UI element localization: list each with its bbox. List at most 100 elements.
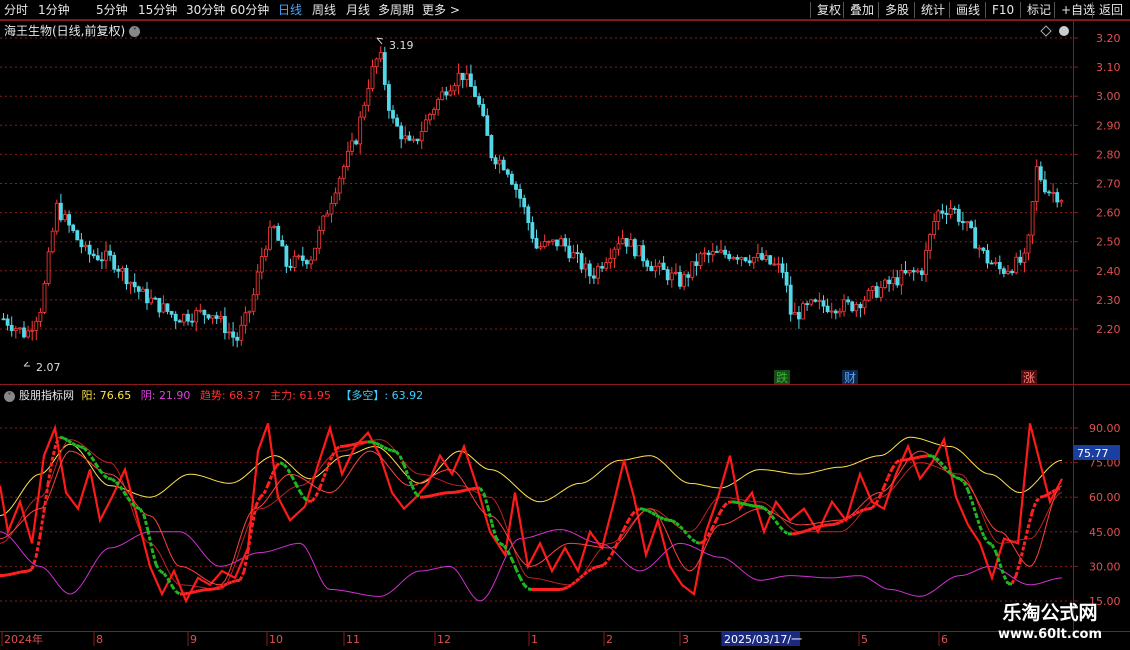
candle-body	[378, 52, 383, 60]
price-axis: 3.20 3.10 3.00 2.90 2.80 2.70 2.60 2.50 2.40 2.30…	[1073, 32, 1121, 336]
candle-body	[596, 266, 600, 279]
candle-body	[509, 173, 514, 185]
settings-dot-icon[interactable]	[1059, 26, 1069, 36]
candlestick-series	[1, 46, 1064, 348]
candle-body	[136, 286, 141, 292]
candle-body	[514, 183, 518, 190]
candle-body	[423, 119, 428, 132]
candle-body	[780, 263, 785, 273]
price-tick-label: 3.00	[1096, 90, 1121, 103]
price-tick-label: 3.10	[1096, 61, 1121, 74]
marker-cai[interactable]: 财	[844, 371, 856, 385]
candle-body	[772, 263, 777, 266]
candle-body	[784, 271, 789, 286]
time-tick-label: 8	[96, 633, 103, 646]
marker-die[interactable]: 跌	[776, 370, 788, 385]
candle-body	[354, 140, 359, 145]
candle-body	[75, 230, 80, 241]
candle-body	[620, 238, 625, 245]
candle-body	[887, 279, 891, 285]
candle-body	[1022, 252, 1027, 263]
candle-body	[1055, 192, 1060, 203]
candle-body	[997, 262, 1002, 270]
main-force-line	[0, 423, 1063, 604]
candle-body	[809, 299, 814, 305]
candle-body	[678, 271, 682, 287]
candle-body	[259, 256, 264, 273]
candle-body	[26, 330, 31, 338]
candle-body	[833, 310, 838, 314]
candle-body	[661, 262, 666, 271]
candle-body	[838, 310, 842, 314]
price-tick-label: 2.20	[1096, 323, 1121, 336]
candle-body	[858, 304, 863, 309]
candle-body	[292, 255, 297, 268]
candle-body	[932, 221, 937, 236]
candle-body	[920, 270, 924, 275]
candle-body	[493, 157, 498, 165]
candle-body	[198, 309, 203, 312]
candle-body	[231, 331, 236, 338]
candle-body	[100, 259, 104, 262]
candle-body	[1051, 192, 1055, 194]
candle-body	[190, 320, 195, 323]
candle-body	[637, 245, 641, 257]
indicator-tick-label: 60.00	[1089, 491, 1121, 504]
candle-body	[1002, 268, 1006, 274]
price-tick-label: 2.50	[1096, 236, 1121, 249]
candle-body	[218, 316, 223, 319]
candle-body	[633, 239, 637, 257]
candle-body	[616, 243, 621, 250]
candle-body	[34, 320, 39, 331]
candle-body	[952, 208, 957, 210]
candle-body	[624, 238, 629, 247]
candle-body	[173, 313, 178, 322]
candle-body	[1059, 200, 1064, 203]
kline-chart-area[interactable]: 3.20 3.10 3.00 2.90 2.80 2.70 2.60 2.50 2.40 2.30…	[0, 0, 1130, 650]
diamond-icon[interactable]	[1040, 25, 1052, 37]
price-grid	[0, 37, 1073, 330]
marker-zhang[interactable]: 涨	[1023, 370, 1035, 385]
candle-body	[612, 248, 617, 259]
candle-body	[489, 135, 494, 159]
candle-body	[587, 263, 592, 277]
candle-body	[329, 203, 334, 215]
candle-body	[235, 336, 240, 341]
candle-body	[751, 257, 756, 264]
candle-body	[202, 309, 207, 316]
candle-body	[915, 270, 920, 273]
candle-body	[579, 253, 584, 270]
candle-body	[657, 262, 662, 267]
time-tick-label: 9	[190, 633, 197, 646]
candle-body	[452, 85, 457, 92]
candle-body	[460, 72, 465, 81]
candle-body	[866, 289, 871, 301]
candle-body	[38, 311, 43, 322]
candle-body	[567, 245, 572, 259]
candle-body	[17, 327, 22, 330]
price-tick-label: 3.20	[1096, 32, 1121, 45]
candle-body	[719, 249, 723, 253]
candle-body	[797, 312, 801, 320]
time-axis: 2024年 8 9 10 11 12 1 2 3 2025/03/17/一 5 6	[1, 632, 948, 646]
candle-body	[1014, 256, 1019, 274]
candle-body	[222, 316, 227, 334]
time-tick-label: 5	[861, 633, 868, 646]
candle-body	[608, 257, 613, 264]
candle-body	[870, 286, 875, 291]
low-price-label: 2.07	[36, 361, 61, 374]
candle-body	[432, 109, 436, 115]
candle-body	[1010, 270, 1014, 274]
candle-body	[956, 208, 961, 222]
candle-body	[538, 246, 543, 249]
candle-body	[583, 263, 588, 270]
candle-body	[350, 140, 354, 152]
candle-body	[415, 138, 420, 142]
candle-body	[518, 189, 522, 199]
candle-body	[309, 259, 313, 265]
high-price-label: 3.19	[389, 39, 414, 52]
candle-body	[145, 288, 149, 304]
candle-body	[973, 227, 978, 249]
candle-body	[366, 88, 371, 106]
candle-body	[374, 58, 379, 68]
